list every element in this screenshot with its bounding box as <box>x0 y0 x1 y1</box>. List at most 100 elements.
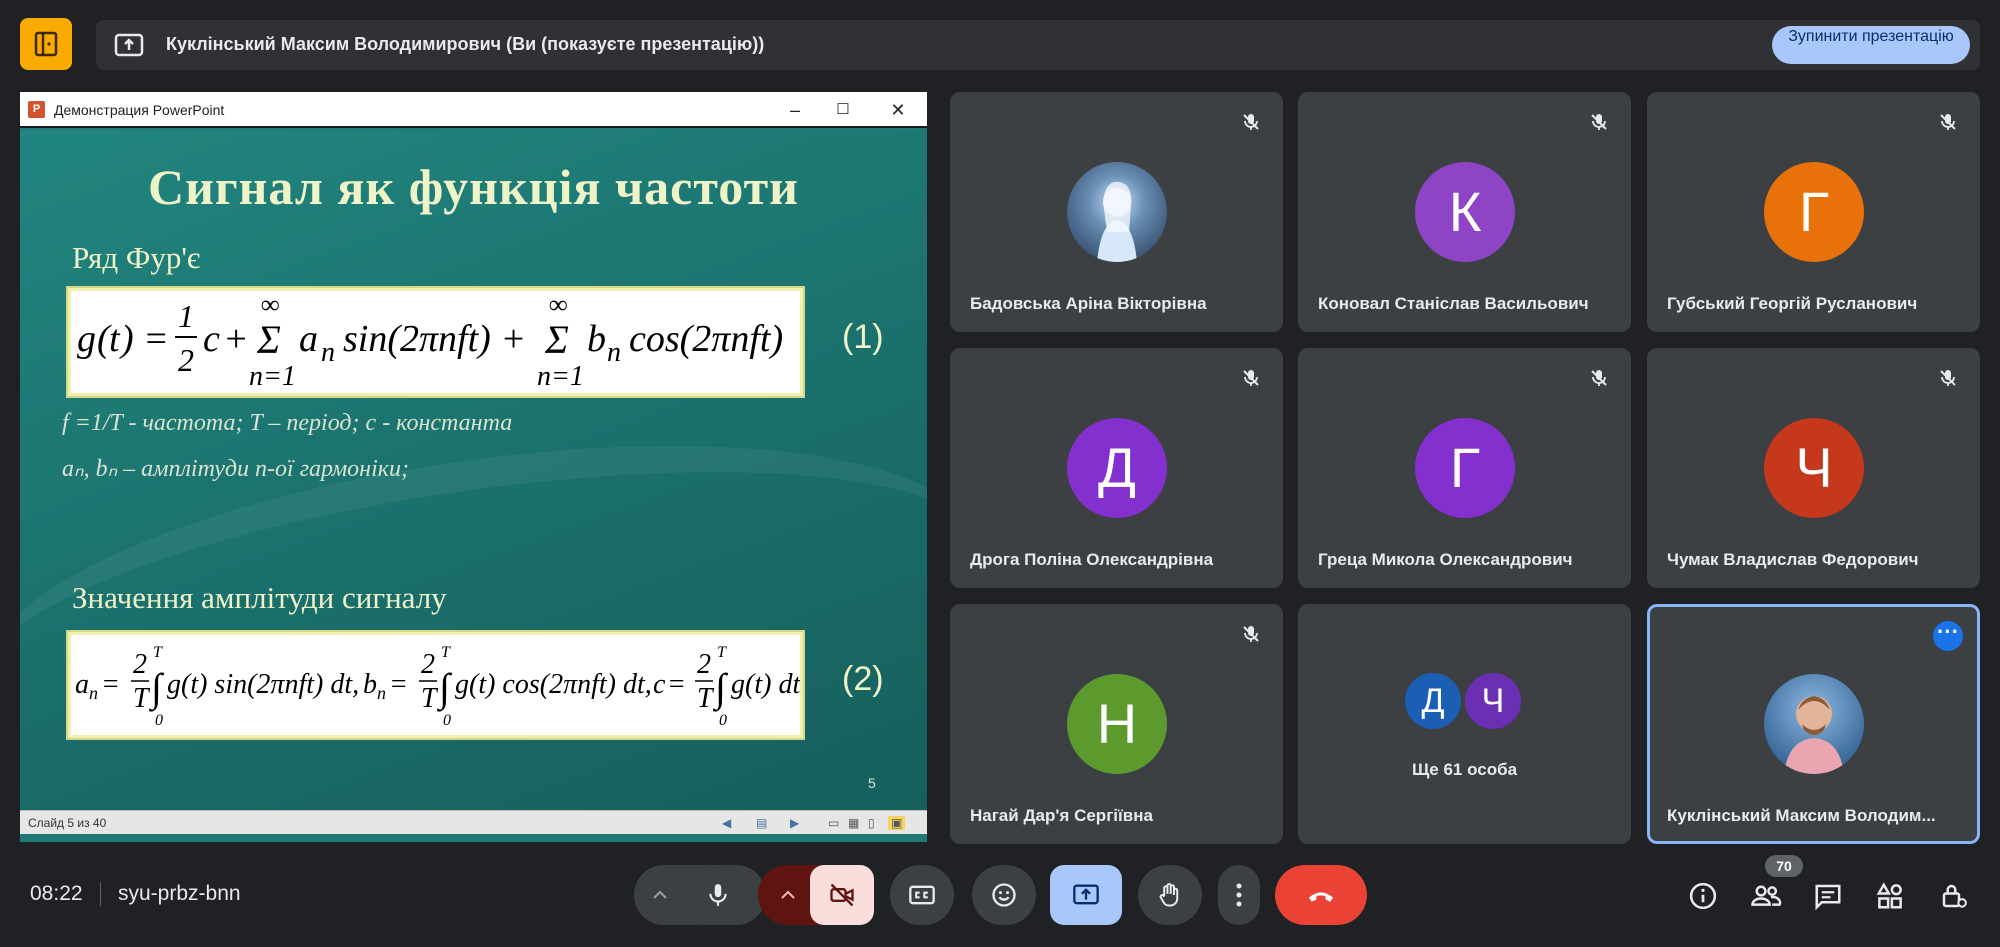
svg-text:∞: ∞ <box>549 291 568 319</box>
svg-text:n=1: n=1 <box>537 361 584 392</box>
stop-presenting-button[interactable]: Зупинити презентацію <box>1772 26 1970 64</box>
participant-name: Губський Георгій Русланович <box>1667 294 1918 313</box>
slide-menu-icon[interactable]: ▤ <box>756 816 767 830</box>
camera-control-group <box>758 865 874 925</box>
svg-text:a: a <box>299 318 318 360</box>
raise-hand-button[interactable] <box>1138 865 1202 925</box>
participant-tile[interactable]: Ч Чумак Владислав Федорович <box>1647 348 1980 588</box>
more-options-button[interactable] <box>1218 865 1260 925</box>
svg-text:∫: ∫ <box>148 665 165 712</box>
svg-text:2: 2 <box>178 342 194 378</box>
participant-name: Бадовська Аріна Вікторівна <box>970 294 1207 313</box>
view-reading-icon[interactable]: ▯ <box>868 816 875 830</box>
more-options-icon[interactable]: ··· <box>1933 621 1963 651</box>
svg-text:2: 2 <box>421 649 435 680</box>
svg-text:0: 0 <box>155 712 163 729</box>
people-icon[interactable] <box>1748 878 1784 914</box>
others-tile[interactable]: Д Ч Ще 61 особа <box>1298 604 1631 844</box>
chat-icon[interactable] <box>1810 878 1846 914</box>
participant-tile[interactable]: Д Дрога Поліна Олександрівна <box>950 348 1283 588</box>
avatar: Ч <box>1462 670 1524 732</box>
svg-text:2: 2 <box>697 649 711 680</box>
slide-counter: Слайд 5 из 40 <box>28 816 107 830</box>
avatar: Ч <box>1764 418 1864 518</box>
avatar: Д <box>1067 418 1167 518</box>
self-tile[interactable]: ··· Куклінський Максим Володим... <box>1647 604 1980 844</box>
leave-call-button[interactable] <box>1275 865 1367 925</box>
svg-text:Σ: Σ <box>256 317 281 362</box>
svg-text:T: T <box>133 683 151 714</box>
present-screen-icon <box>114 32 144 58</box>
prev-slide-icon[interactable]: ◀ <box>722 816 731 830</box>
svg-text:c: c <box>653 669 666 700</box>
presenter-text: Куклінський Максим Володимирович (Ви (по… <box>166 34 765 54</box>
chevron-up-icon[interactable] <box>648 883 672 907</box>
mic-muted-icon <box>1934 108 1962 136</box>
svg-text:Σ: Σ <box>544 317 569 362</box>
window-titlebar: P Демонстрация PowerPoint – ☐ ✕ <box>20 92 927 128</box>
participant-tile[interactable]: Г Губський Георгій Русланович <box>1647 92 1980 332</box>
mic-muted-icon <box>1237 620 1265 648</box>
emoji-icon <box>992 883 1016 907</box>
svg-text:∫: ∫ <box>436 665 453 712</box>
close-icon[interactable]: ✕ <box>883 98 913 122</box>
participant-tile[interactable]: К Коновал Станіслав Васильович <box>1298 92 1631 332</box>
reactions-button[interactable] <box>972 865 1036 925</box>
svg-text:0: 0 <box>719 712 727 729</box>
chevron-up-icon[interactable] <box>776 883 800 907</box>
presenting-banner: Куклінський Максим Володимирович (Ви (по… <box>96 20 1980 70</box>
participant-name: Куклінський Максим Володим... <box>1667 806 1936 825</box>
view-slideshow-icon[interactable]: ▣ <box>888 816 906 830</box>
maximize-icon[interactable]: ☐ <box>828 98 858 122</box>
meeting-info-icon[interactable] <box>1685 878 1721 914</box>
avatar: Г <box>1764 162 1864 262</box>
view-normal-icon[interactable]: ▭ <box>828 816 839 830</box>
audio-control-group <box>634 865 766 925</box>
slide-subtitle-amplitude: Значення амплітуди сигналу <box>72 580 447 615</box>
camera-off-icon <box>830 883 854 907</box>
captions-icon <box>909 885 935 905</box>
window-title: Демонстрация PowerPoint <box>54 102 225 118</box>
participant-tile[interactable]: Г Греца Микола Олександрович <box>1298 348 1631 588</box>
activities-icon[interactable] <box>1872 878 1908 914</box>
ppt-status-bar: Слайд 5 из 40 ◀ ▤ ▶ ▭ ▦ ▯ ▣ <box>20 810 927 834</box>
svg-text:t: t <box>109 318 121 360</box>
microphone-icon <box>709 884 727 906</box>
svg-text:n: n <box>377 683 386 703</box>
svg-text:T: T <box>717 644 727 661</box>
view-sorter-icon[interactable]: ▦ <box>848 816 859 830</box>
participant-tile[interactable]: Бадовська Аріна Вікторівна <box>950 92 1283 332</box>
svg-text:b: b <box>587 318 606 360</box>
avatar: К <box>1415 162 1515 262</box>
avatar: Н <box>1067 674 1167 774</box>
svg-text:n: n <box>89 683 98 703</box>
svg-text:cos(2πnft): cos(2πnft) <box>629 318 783 360</box>
powerpoint-window: P Демонстрация PowerPoint – ☐ ✕ Сигнал я… <box>20 92 927 842</box>
svg-text:g(t) dt.: g(t) dt. <box>731 669 800 700</box>
present-now-button[interactable] <box>1050 865 1122 925</box>
svg-text:+: + <box>223 318 249 360</box>
captions-button[interactable] <box>890 865 954 925</box>
hand-icon <box>1159 883 1179 907</box>
participant-name: Дрога Поліна Олександрівна <box>970 550 1214 569</box>
svg-text:=: = <box>667 669 686 700</box>
participant-tile[interactable]: Н Нагай Дар'я Сергіївна <box>950 604 1283 844</box>
clock: 08:22 <box>30 882 83 905</box>
minimize-icon[interactable]: – <box>780 98 810 122</box>
participant-name: Коновал Станіслав Васильович <box>1318 294 1589 313</box>
participant-name: Чумак Владислав Федорович <box>1667 550 1919 569</box>
svg-text:sin(2πnft) +: sin(2πnft) + <box>343 318 526 360</box>
meet-logo-icon <box>20 18 72 70</box>
participant-name: Нагай Дар'я Сергіївна <box>970 806 1153 825</box>
present-screen-icon <box>1073 884 1099 905</box>
more-vert-icon <box>1236 883 1242 907</box>
host-controls-icon[interactable] <box>1936 878 1972 914</box>
next-slide-icon[interactable]: ▶ <box>790 816 799 830</box>
avatar: Д <box>1402 670 1464 732</box>
mic-muted-icon <box>1934 364 1962 392</box>
camera-off-button[interactable] <box>810 865 874 925</box>
microphone-button[interactable] <box>688 865 748 925</box>
svg-text:a: a <box>75 669 89 700</box>
svg-text:) =: ) = <box>119 318 169 360</box>
mic-muted-icon <box>1237 108 1265 136</box>
